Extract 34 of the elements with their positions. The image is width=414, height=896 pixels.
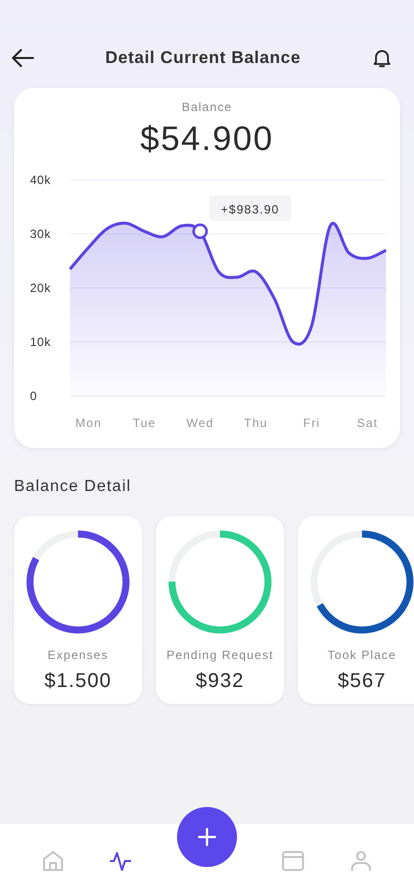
home-icon <box>42 850 64 872</box>
y-tick-label: 10k <box>30 335 51 349</box>
x-tick-label: Mon <box>75 416 102 430</box>
bell-icon[interactable] <box>372 48 392 68</box>
detail-label: Expenses <box>48 648 108 662</box>
detail-label: Took Place <box>328 648 396 662</box>
y-tick-label: 40k <box>30 173 51 187</box>
detail-card[interactable]: Pending Request $932 <box>156 516 284 704</box>
plus-icon <box>198 828 216 846</box>
x-tick-label: Sat <box>356 416 378 430</box>
card-icon <box>281 850 306 872</box>
section-title: Balance Detail <box>14 478 132 496</box>
x-tick-label: Tue <box>132 416 156 430</box>
detail-amount: $1.500 <box>44 670 112 693</box>
detail-amount: $932 <box>196 670 244 693</box>
x-tick-label: Wed <box>186 416 214 430</box>
balance-label: Balance <box>182 100 232 114</box>
y-tick-label: 0 <box>30 389 38 403</box>
y-tick-label: 20k <box>30 281 51 295</box>
pulse-icon <box>108 850 133 872</box>
x-tick-label: Fri <box>303 416 320 430</box>
detail-amount: $567 <box>338 670 386 693</box>
nav-tab[interactable] <box>108 850 133 872</box>
y-tick-label: 30k <box>30 227 51 241</box>
x-tick-label: Thu <box>244 416 268 430</box>
detail-label: Pending Request <box>166 648 274 662</box>
tooltip-value: +$983.90 <box>220 202 280 216</box>
detail-card[interactable]: Took Place $567 <box>298 516 414 704</box>
balance-amount: $54.900 <box>140 120 274 159</box>
user-icon <box>350 850 372 872</box>
point-marker[interactable] <box>192 224 208 240</box>
detail-card[interactable]: Expenses $1.500 <box>14 516 142 704</box>
page-title: Detail Current Balance <box>105 48 301 68</box>
back-icon[interactable] <box>12 49 34 67</box>
